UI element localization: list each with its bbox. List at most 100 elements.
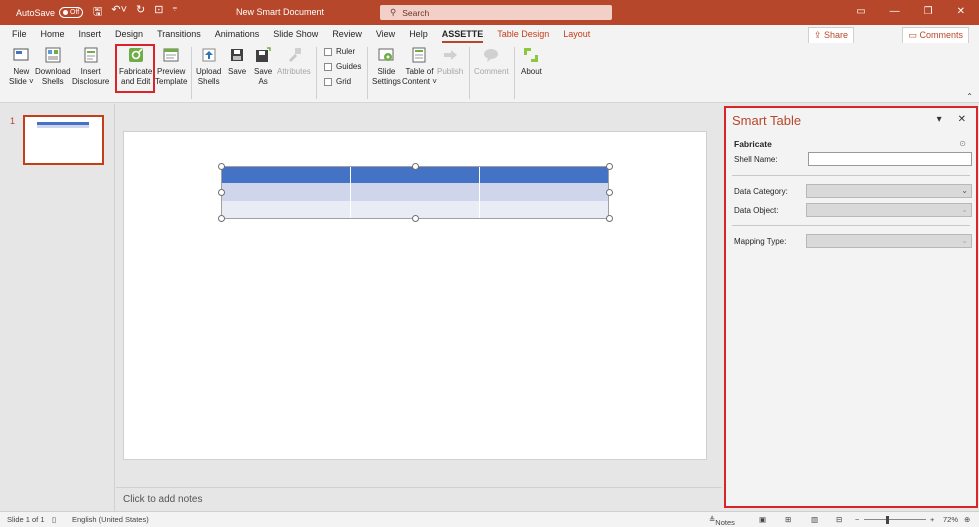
share-button[interactable]: ⇪ Share xyxy=(807,27,854,44)
attributes-button[interactable]: Attributes xyxy=(277,46,311,77)
ribbon-separator xyxy=(514,47,515,99)
slide-settings-icon xyxy=(378,48,394,61)
search-box[interactable]: ⚲ Search xyxy=(380,5,612,20)
collapse-ribbon-icon[interactable]: ⌃ xyxy=(966,92,973,101)
ribbon-display-icon[interactable]: ▭ xyxy=(856,6,865,17)
present-icon[interactable]: ⊡ xyxy=(154,3,163,22)
fit-to-window-icon[interactable]: ⊕ xyxy=(964,515,970,524)
close-icon[interactable]: ✕ xyxy=(957,6,965,17)
minimize-icon[interactable]: — xyxy=(890,6,900,17)
guides-checkbox[interactable]: Guides xyxy=(324,62,361,71)
shell-name-input[interactable] xyxy=(808,152,972,166)
tab-file[interactable]: File xyxy=(12,29,27,43)
download-shells-icon xyxy=(45,47,61,63)
resize-handle[interactable] xyxy=(606,163,613,170)
comment-button[interactable]: Comment xyxy=(474,46,509,77)
fabricate-highlight-box xyxy=(115,44,155,93)
chevron-down-icon: ⌄ xyxy=(961,186,968,195)
resize-handle[interactable] xyxy=(218,215,225,222)
tab-design[interactable]: Design xyxy=(115,29,143,43)
slide-thumbnail[interactable] xyxy=(23,115,104,165)
panel-options-icon[interactable]: ▾ xyxy=(937,114,942,125)
customize-qat-icon[interactable]: ⩦ xyxy=(172,3,177,22)
panel-title: Smart Table xyxy=(732,113,802,128)
tab-animations[interactable]: Animations xyxy=(215,29,260,43)
normal-view-icon[interactable]: ▣ xyxy=(759,515,766,524)
grid-checkbox[interactable]: Grid xyxy=(324,77,351,86)
tab-help[interactable]: Help xyxy=(409,29,428,43)
spelling-icon[interactable]: ▯ xyxy=(52,515,56,524)
zoom-slider[interactable] xyxy=(864,519,926,520)
download-shells-button[interactable]: Download Shells xyxy=(35,46,71,87)
data-category-select[interactable]: ⌄ xyxy=(806,184,972,198)
tab-home[interactable]: Home xyxy=(41,29,65,43)
resize-handle[interactable] xyxy=(606,189,613,196)
section-heading: Fabricate xyxy=(734,139,772,149)
tab-table-design[interactable]: Table Design xyxy=(497,29,549,43)
slide-count: Slide 1 of 1 xyxy=(7,515,45,524)
tab-transitions[interactable]: Transitions xyxy=(157,29,201,43)
autosave-toggle[interactable]: AutoSave Off xyxy=(16,7,84,18)
save-icon[interactable]: 🖫 xyxy=(93,3,102,22)
chevron-down-icon: ⌄ xyxy=(961,205,968,214)
redo-icon[interactable]: ↻ xyxy=(136,3,145,22)
preview-template-button[interactable]: Preview Template xyxy=(155,46,187,87)
undo-icon[interactable]: ↶˅ xyxy=(111,3,127,22)
language-indicator[interactable]: English (United States) xyxy=(72,515,149,524)
resize-handle[interactable] xyxy=(412,163,419,170)
publish-button[interactable]: Publish xyxy=(437,46,463,77)
table-selection-frame xyxy=(221,166,609,219)
search-icon: ⚲ xyxy=(390,7,397,17)
notes-toggle[interactable]: ≜ Notes xyxy=(709,515,735,527)
tab-assette[interactable]: ASSETTE xyxy=(441,29,484,43)
slide-canvas[interactable] xyxy=(123,131,707,460)
comments-button[interactable]: ▭ Comments xyxy=(902,27,969,44)
notes-pane[interactable]: Click to add notes xyxy=(116,487,722,511)
ruler-checkbox[interactable]: Ruler xyxy=(324,47,355,56)
tab-insert[interactable]: Insert xyxy=(79,29,102,43)
resize-handle[interactable] xyxy=(412,215,419,222)
slide-editor: Click to add notes xyxy=(116,104,722,511)
table-of-content-icon xyxy=(412,47,426,63)
new-slide-button[interactable]: New Slide ˅ xyxy=(9,46,34,87)
zoom-in-button[interactable]: + xyxy=(930,515,934,524)
tab-slide-show[interactable]: Slide Show xyxy=(273,29,318,43)
slides-thumbnail-pane: 1 xyxy=(0,104,115,511)
tab-layout[interactable]: Layout xyxy=(563,29,590,43)
chevron-down-icon: ⌄ xyxy=(961,236,968,245)
autosave-switch[interactable]: Off xyxy=(59,7,84,18)
tab-view[interactable]: View xyxy=(376,29,395,43)
status-bar: Slide 1 of 1 ▯ English (United States) ≜… xyxy=(0,511,979,527)
autosave-label: AutoSave xyxy=(16,7,56,18)
about-button[interactable]: About xyxy=(521,46,542,77)
resize-handle[interactable] xyxy=(218,189,225,196)
upload-shells-button[interactable]: Upload Shells xyxy=(196,46,221,87)
data-category-label: Data Category: xyxy=(734,187,788,196)
resize-handle[interactable] xyxy=(218,163,225,170)
mapping-type-select[interactable]: ⌄ xyxy=(806,234,972,248)
ribbon-separator xyxy=(367,47,368,99)
slide-sorter-icon[interactable]: ⊞ xyxy=(785,515,791,524)
divider xyxy=(732,225,970,226)
zoom-out-button[interactable]: − xyxy=(855,515,859,524)
zoom-slider-thumb[interactable] xyxy=(886,516,889,524)
table-of-content-button[interactable]: Table of Content ˅ xyxy=(402,46,437,87)
save-as-button[interactable]: Save As xyxy=(254,46,272,87)
reading-view-icon[interactable]: ▥ xyxy=(811,515,818,524)
preview-template-icon xyxy=(163,48,179,62)
zoom-level[interactable]: 72% xyxy=(943,515,958,524)
panel-close-icon[interactable]: ✕ xyxy=(958,114,966,125)
attributes-icon xyxy=(288,48,301,62)
save-button[interactable]: Save xyxy=(228,46,246,77)
restore-icon[interactable]: ❐ xyxy=(924,6,933,17)
publish-arrow-icon xyxy=(444,50,458,60)
title-bar: AutoSave Off 🖫 ↶˅ ↻ ⊡ ⩦ New Smart Docume… xyxy=(0,0,979,25)
ribbon-separator xyxy=(191,47,192,99)
slide-settings-button[interactable]: Slide Settings xyxy=(372,46,401,87)
data-object-select[interactable]: ⌄ xyxy=(806,203,972,217)
resize-handle[interactable] xyxy=(606,215,613,222)
insert-disclosure-button[interactable]: Insert Disclosure xyxy=(72,46,109,87)
info-icon[interactable]: ⊙ xyxy=(959,139,966,148)
slideshow-view-icon[interactable]: ⊟ xyxy=(836,515,842,524)
tab-review[interactable]: Review xyxy=(332,29,362,43)
